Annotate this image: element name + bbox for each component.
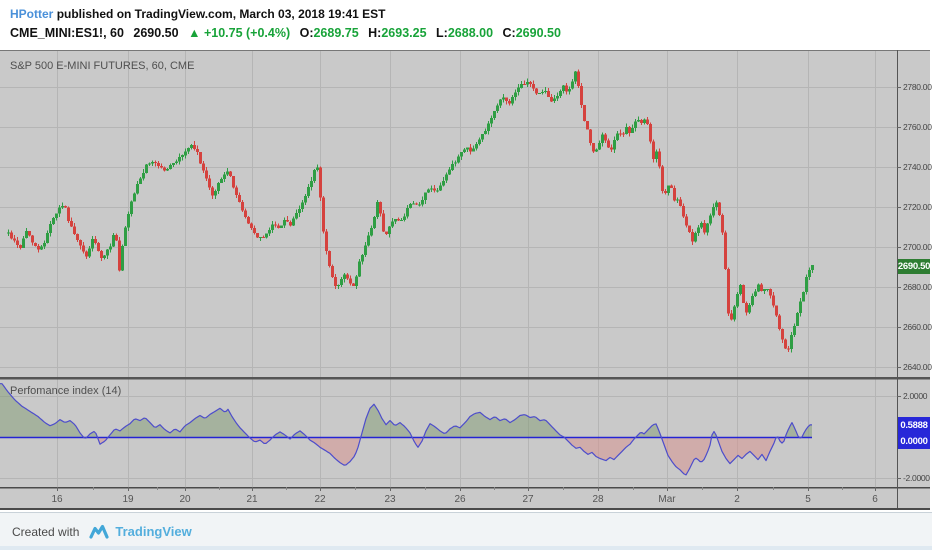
chart-bottom-border [0, 508, 930, 510]
pane-separator [0, 377, 930, 380]
publish-line: HPotter published on TradingView.com, Ma… [10, 7, 385, 21]
created-with-text: Created with [12, 524, 80, 539]
high-label: H: [368, 26, 382, 40]
last-price-badge: 2690.50 [897, 259, 931, 274]
low-label: L: [436, 26, 448, 40]
tradingview-snapshot: HPotter published on TradingView.com, Ma… [0, 0, 932, 550]
symbol-line: CME_MINI:ES1!, 60 2690.50 ▲ +10.75 (+0.4… [10, 26, 561, 40]
last-price: 2690.50 [133, 26, 179, 40]
price-change: +10.75 (+0.4%) [203, 26, 291, 40]
bottom-strip [0, 546, 932, 550]
tradingview-logo-icon [89, 524, 109, 540]
main-pane-title[interactable]: S&P 500 E-MINI FUTURES, 60, CME [10, 60, 194, 72]
close-value: 2690.50 [515, 26, 561, 40]
chart-background [0, 50, 930, 510]
open-label: O: [299, 26, 314, 40]
close-label: C: [502, 26, 516, 40]
indicator-label[interactable]: Perfomance index (14) [10, 385, 121, 397]
indicator-zero-badge: 0.0000 [898, 433, 930, 449]
snapshot-footer: Created with TradingView [0, 512, 932, 550]
low-value: 2688.00 [447, 26, 494, 40]
chart-canvas[interactable]: 2780.002760.002740.002720.002700.002680.… [0, 50, 932, 512]
snapshot-header: HPotter published on TradingView.com, Ma… [0, 0, 932, 50]
open-value: 2689.75 [313, 26, 359, 40]
time-axis[interactable] [0, 487, 897, 508]
high-value: 2693.25 [381, 26, 427, 40]
published-text: published on TradingView.com, March 03, … [56, 7, 386, 21]
change-arrow-icon: ▲ [188, 26, 201, 40]
author-link[interactable]: HPotter [10, 7, 53, 21]
tradingview-link[interactable]: TradingView [115, 524, 191, 539]
indicator-value-badge: 0.5888 [898, 417, 930, 433]
symbol-interval: CME_MINI:ES1!, 60 [10, 26, 124, 40]
